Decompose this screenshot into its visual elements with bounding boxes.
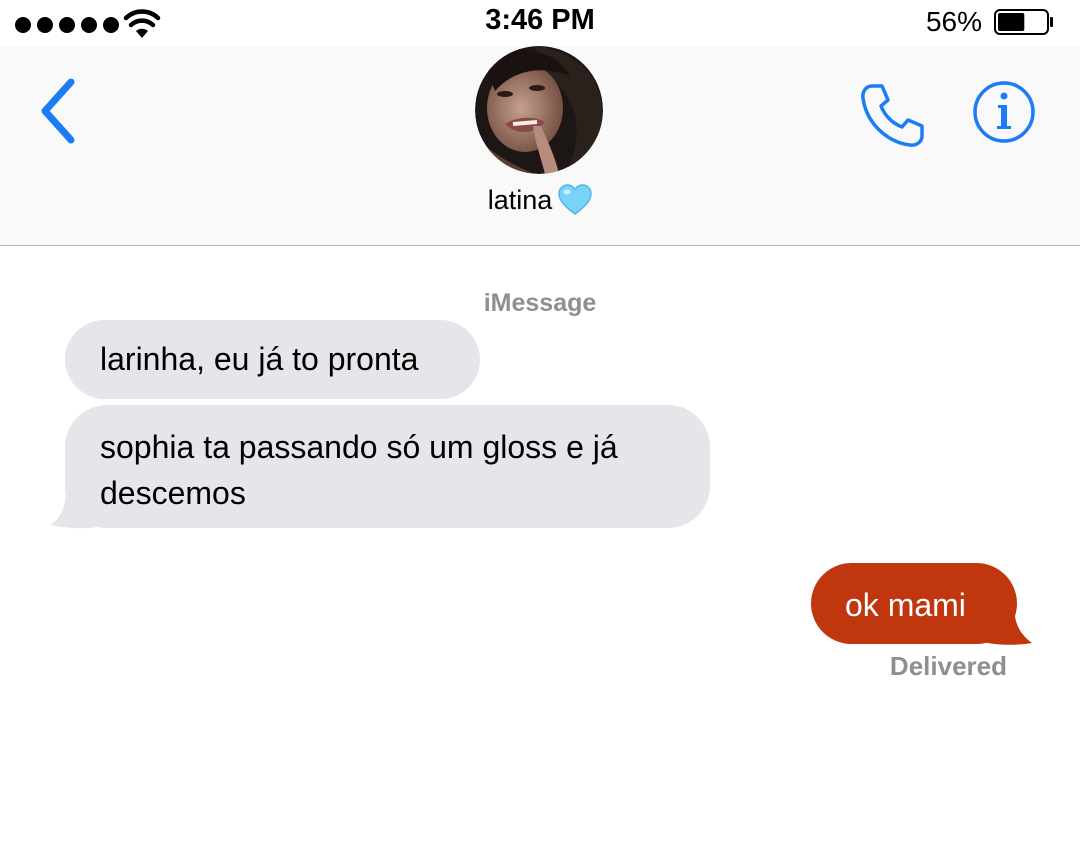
status-time: 3:46 PM: [485, 4, 595, 36]
light-blue-heart-icon: [558, 184, 593, 215]
incoming-message-bubble[interactable]: larinha, eu já to pronta: [65, 320, 480, 399]
contact-avatar[interactable]: [475, 46, 603, 174]
outgoing-message-bubble[interactable]: ok mami: [811, 563, 1017, 644]
message-text: ok mami: [845, 587, 966, 623]
back-button[interactable]: [35, 76, 85, 146]
service-label: iMessage: [483, 289, 597, 317]
phone-call-button[interactable]: [858, 82, 926, 150]
battery-icon: [994, 9, 1053, 35]
incoming-message-bubble[interactable]: sophia ta passando só um gloss e já desc…: [65, 405, 710, 528]
phone-icon: [861, 84, 924, 147]
message-text: larinha, eu já to pronta: [100, 341, 419, 377]
messages-screen: 3:46 PM 56% latina iMessage larinha, eu …: [0, 0, 1080, 841]
message-text-line: sophia ta passando só um gloss e já: [100, 429, 618, 465]
battery-percentage: 56%: [925, 6, 982, 37]
info-icon: [973, 81, 1035, 143]
message-text-line: descemos: [100, 475, 246, 511]
conversation-header: latina: [0, 46, 1080, 246]
info-button[interactable]: [972, 80, 1036, 144]
contact-name-text: latina: [487, 185, 553, 215]
status-bar: 3:46 PM 56%: [0, 0, 1080, 46]
delivery-status: Delivered: [889, 651, 1007, 681]
contact-name[interactable]: latina: [0, 184, 1080, 216]
